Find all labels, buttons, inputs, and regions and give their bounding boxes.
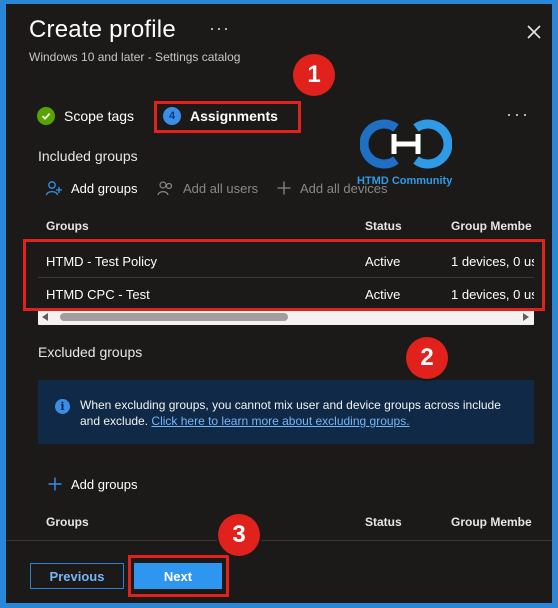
- annotation-badge-1: 1: [293, 54, 335, 96]
- add-all-users-button[interactable]: Add all users: [157, 180, 258, 196]
- info-icon: i: [55, 399, 70, 414]
- plus-icon: [277, 181, 291, 195]
- annotation-badge-2: 2: [406, 337, 448, 379]
- create-profile-panel: Create profile ··· Windows 10 and later …: [6, 4, 552, 603]
- column-header-groups[interactable]: Groups: [46, 219, 89, 233]
- excluded-groups-heading: Excluded groups: [38, 344, 143, 360]
- add-excluded-groups-button[interactable]: Add groups: [47, 476, 138, 492]
- column-header-members[interactable]: Group Membe: [451, 515, 551, 529]
- column-header-status[interactable]: Status: [365, 515, 402, 529]
- htmd-logo-watermark: [359, 116, 453, 172]
- learn-more-link[interactable]: Click here to learn more about excluding…: [151, 414, 409, 428]
- users-icon: [157, 181, 173, 196]
- previous-button[interactable]: Previous: [30, 563, 124, 589]
- scroll-right-icon[interactable]: [523, 313, 529, 321]
- column-header-members[interactable]: Group Membe: [451, 219, 551, 233]
- page-subtitle: Windows 10 and later - Settings catalog: [29, 50, 241, 64]
- column-header-status[interactable]: Status: [365, 219, 402, 233]
- page-title: Create profile: [29, 16, 176, 43]
- info-message: When excluding groups, you cannot mix us…: [80, 397, 520, 429]
- scroll-thumb[interactable]: [60, 313, 288, 321]
- htmd-logo-icon: [359, 119, 453, 169]
- add-all-users-label: Add all users: [183, 180, 259, 196]
- add-all-devices-button[interactable]: Add all devices: [276, 180, 387, 196]
- highlight-box-groups: [23, 239, 545, 311]
- annotation-badge-3: 3: [218, 514, 260, 556]
- tab-label: Scope tags: [64, 108, 135, 124]
- add-groups-label: Add groups: [71, 476, 138, 492]
- check-circle-icon: [37, 107, 55, 125]
- title-more-button[interactable]: ···: [209, 18, 230, 39]
- highlight-box-next: [128, 555, 229, 597]
- info-banner: i When excluding groups, you cannot mix …: [38, 380, 534, 444]
- horizontal-scrollbar[interactable]: [38, 309, 534, 325]
- close-button[interactable]: [526, 24, 542, 40]
- add-user-icon: [45, 181, 62, 196]
- included-groups-heading: Included groups: [38, 148, 138, 164]
- plus-icon: [48, 477, 62, 491]
- overflow-menu-button[interactable]: ···: [506, 104, 530, 125]
- add-all-devices-label: Add all devices: [300, 180, 388, 196]
- add-groups-button[interactable]: Add groups: [45, 180, 138, 196]
- scroll-left-icon[interactable]: [42, 313, 48, 321]
- column-header-groups[interactable]: Groups: [46, 515, 89, 529]
- footer-bar: Previous Next: [6, 540, 552, 603]
- tab-scope-tags[interactable]: Scope tags: [37, 107, 134, 125]
- add-groups-label: Add groups: [71, 180, 138, 196]
- close-icon: [527, 25, 541, 39]
- highlight-box-assignments: [154, 101, 301, 133]
